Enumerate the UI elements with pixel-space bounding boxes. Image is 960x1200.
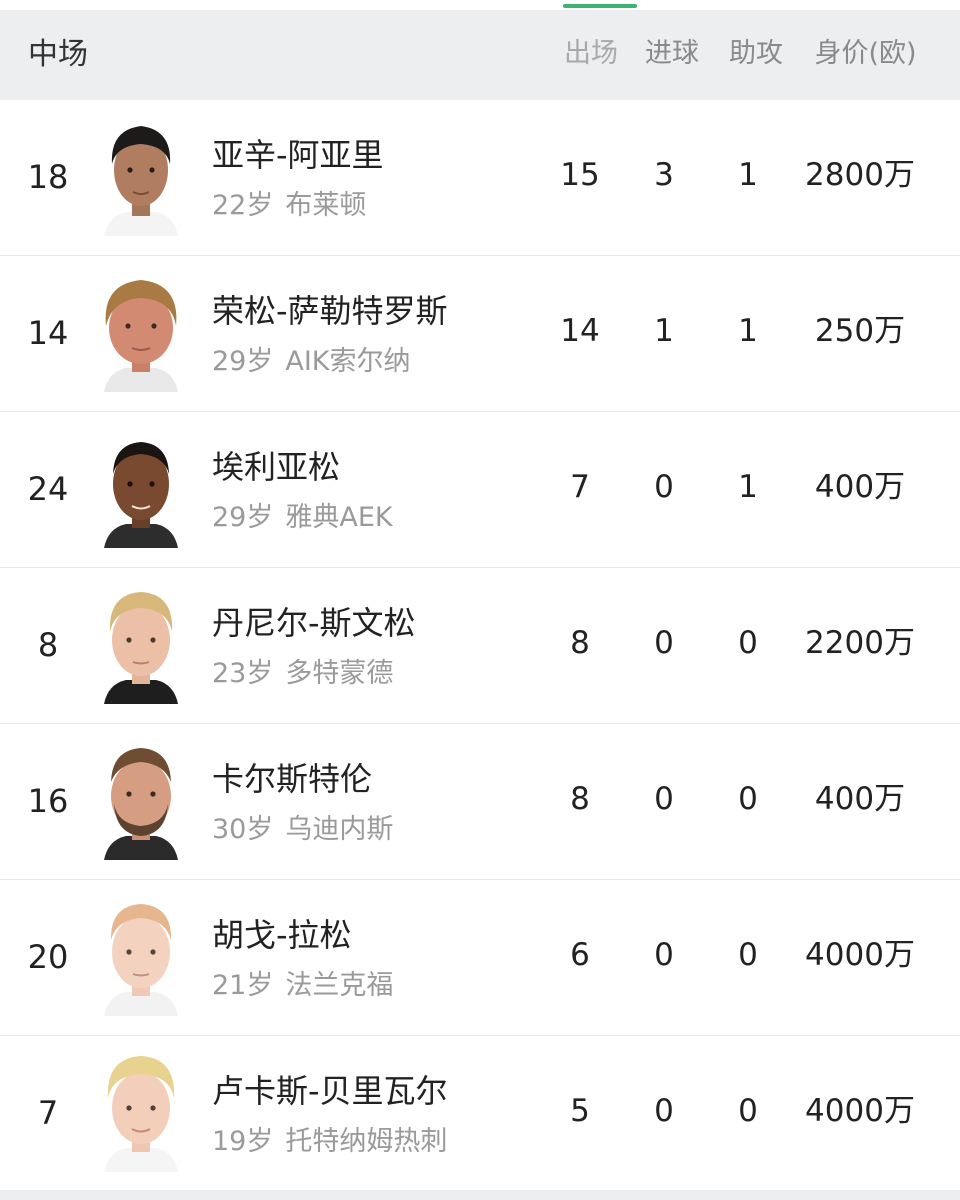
stat-apps: 8: [570, 781, 590, 817]
player-name[interactable]: 胡戈-拉松: [212, 910, 352, 956]
stat-apps: 7: [570, 469, 590, 505]
player-age: 30岁: [212, 814, 274, 845]
player-name[interactable]: 亚辛-阿亚里: [212, 130, 384, 176]
stat-goals: 3: [654, 157, 674, 193]
stat-assists: 1: [738, 469, 758, 505]
player-club[interactable]: 多特蒙德: [285, 658, 393, 689]
player-info: 21岁 法兰克福: [212, 963, 393, 1002]
player-info: 22岁 布莱顿: [212, 183, 366, 222]
bottom-bar: [0, 1190, 960, 1200]
player-avatar[interactable]: [100, 274, 182, 392]
stat-assists: 0: [738, 1093, 758, 1129]
stat-goals: 0: [654, 937, 674, 973]
stat-goals: 1: [654, 313, 674, 349]
player-info: 29岁 AIK索尔纳: [212, 339, 411, 378]
player-age: 29岁: [212, 502, 274, 533]
player-avatar[interactable]: [100, 1054, 182, 1172]
player-club[interactable]: AIK索尔纳: [285, 346, 410, 377]
player-name[interactable]: 荣松-萨勒特罗斯: [212, 286, 448, 332]
col-header-goals[interactable]: 进球: [640, 10, 704, 98]
player-info: 30岁 乌迪内斯: [212, 807, 393, 846]
shirt-number: 8: [37, 626, 59, 664]
stat-market-value: 250万: [814, 313, 906, 349]
player-name[interactable]: 卡尔斯特伦: [212, 754, 372, 800]
squad-page: 中场 出场 进球 助攻 身价(欧) 18 亚辛-阿亚里 22岁布莱顿 15 3: [0, 0, 960, 1200]
stat-assists: 0: [738, 625, 758, 661]
table-header: 中场 出场 进球 助攻 身价(欧): [0, 10, 960, 100]
player-club[interactable]: 雅典AEK: [285, 502, 392, 533]
player-row[interactable]: 8 丹尼尔-斯文松 23岁 多特蒙德 8 0 0 2200万: [0, 568, 960, 724]
stat-assists: 1: [738, 313, 758, 349]
player-row[interactable]: 18 亚辛-阿亚里 22岁 布莱顿 15 3 1 2800万: [0, 100, 960, 256]
stat-apps: 8: [570, 625, 590, 661]
active-tab-indicator: [563, 4, 637, 8]
stat-assists: 0: [738, 937, 758, 973]
stat-goals: 0: [654, 625, 674, 661]
stat-assists: 0: [738, 781, 758, 817]
stat-apps: 6: [570, 937, 590, 973]
player-avatar[interactable]: [100, 430, 182, 548]
player-avatar[interactable]: [100, 742, 182, 860]
col-header-value[interactable]: 身价(欧): [808, 10, 923, 98]
stat-apps: 5: [570, 1093, 590, 1129]
player-age: 21岁: [212, 970, 274, 1001]
stat-market-value: 400万: [814, 469, 906, 505]
player-list: 18 亚辛-阿亚里 22岁 布莱顿 15 3 1 2800万 14 荣松-萨勒特…: [0, 100, 960, 1192]
section-title: 中场: [28, 37, 88, 72]
stat-apps: 14: [560, 313, 600, 349]
player-info: 23岁 多特蒙德: [212, 651, 393, 690]
col-header-assists[interactable]: 助攻: [724, 10, 788, 98]
player-info: 29岁 雅典AEK: [212, 495, 393, 534]
player-club[interactable]: 乌迪内斯: [285, 814, 393, 845]
player-club[interactable]: 布莱顿: [285, 190, 366, 221]
stat-market-value: 2200万: [805, 625, 915, 661]
player-name[interactable]: 埃利亚松: [212, 442, 340, 488]
stat-assists: 1: [738, 157, 758, 193]
player-club[interactable]: 托特纳姆热刺: [285, 1126, 447, 1157]
shirt-number: 18: [27, 158, 69, 196]
stat-market-value: 4000万: [805, 1093, 915, 1129]
stat-goals: 0: [654, 469, 674, 505]
player-age: 23岁: [212, 658, 274, 689]
top-strip: [0, 0, 960, 10]
player-avatar[interactable]: [100, 898, 182, 1016]
player-row[interactable]: 20 胡戈-拉松 21岁 法兰克福 6 0 0 4000万: [0, 880, 960, 1036]
player-club[interactable]: 法兰克福: [285, 970, 393, 1001]
stat-market-value: 4000万: [805, 937, 915, 973]
stat-goals: 0: [654, 1093, 674, 1129]
player-name[interactable]: 丹尼尔-斯文松: [212, 598, 416, 644]
stat-market-value: 400万: [814, 781, 906, 817]
player-age: 22岁: [212, 190, 274, 221]
player-age: 19岁: [212, 1126, 274, 1157]
player-row[interactable]: 7 卢卡斯-贝里瓦尔 19岁 托特纳姆热刺 5 0 0 4000万: [0, 1036, 960, 1192]
player-row[interactable]: 14 荣松-萨勒特罗斯 29岁 AIK索尔纳 14 1 1 250万: [0, 256, 960, 412]
stat-market-value: 2800万: [805, 157, 915, 193]
player-row[interactable]: 16 卡尔斯特伦 30岁 乌迪内斯 8 0 0 400万: [0, 724, 960, 880]
shirt-number: 7: [37, 1094, 59, 1132]
player-row[interactable]: 24 埃利亚松 29岁 雅典AEK 7 0 1 400万: [0, 412, 960, 568]
col-header-apps[interactable]: 出场: [562, 10, 620, 98]
stat-goals: 0: [654, 781, 674, 817]
shirt-number: 20: [27, 938, 69, 976]
player-info: 19岁 托特纳姆热刺: [212, 1119, 447, 1158]
player-age: 29岁: [212, 346, 274, 377]
shirt-number: 16: [27, 782, 69, 820]
player-avatar[interactable]: [100, 118, 182, 236]
player-avatar[interactable]: [100, 586, 182, 704]
player-name[interactable]: 卢卡斯-贝里瓦尔: [212, 1066, 448, 1112]
shirt-number: 14: [27, 314, 69, 352]
stat-apps: 15: [560, 157, 600, 193]
shirt-number: 24: [27, 470, 69, 508]
